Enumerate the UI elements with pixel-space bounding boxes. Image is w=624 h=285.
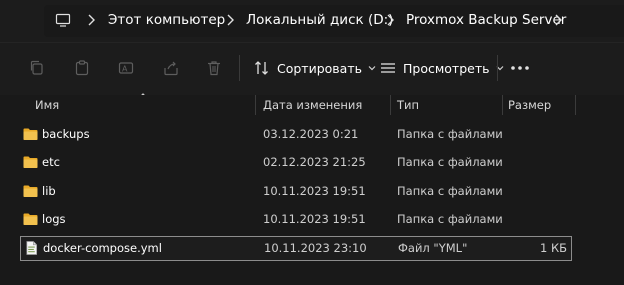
folder-icon [23, 156, 38, 168]
file-type: Папка с файлами [397, 184, 503, 198]
file-name: lib [42, 184, 56, 198]
column-header-type[interactable]: Тип [397, 97, 419, 113]
view-label: Просмотреть [403, 60, 490, 76]
file-type: Файл "YML" [398, 241, 468, 255]
file-type: Папка с файлами [397, 127, 503, 141]
folder-icon [23, 213, 38, 225]
list-item[interactable]: etc 02.12.2023 21:25 Папка с файлами [20, 151, 572, 173]
list-item[interactable]: logs 10.11.2023 19:51 Папка с файлами [20, 208, 572, 230]
file-explorer-window: Этот компьютер Локальный диск (D:) Proxm… [0, 0, 624, 285]
more-options-icon[interactable] [510, 65, 530, 71]
breadcrumb-this-pc[interactable]: Этот компьютер [108, 10, 225, 30]
file-date: 10.11.2023 19:51 [263, 184, 366, 198]
paste-icon[interactable] [73, 59, 91, 77]
computer-icon[interactable] [55, 12, 71, 28]
chevron-right-icon[interactable] [225, 14, 235, 26]
file-date: 03.12.2023 0:21 [263, 127, 359, 141]
column-header-row: Имя Дата изменения Тип Размер [0, 95, 624, 115]
file-date: 10.11.2023 19:51 [263, 212, 366, 226]
svg-text:A: A [122, 65, 128, 74]
copy-icon[interactable] [28, 59, 46, 77]
toolbar-divider [239, 55, 240, 81]
file-date: 10.11.2023 23:10 [264, 241, 367, 255]
command-bar: A Сортировать Просмотреть [0, 42, 624, 96]
list-item-selected[interactable]: docker-compose.yml 10.11.2023 23:10 Файл… [20, 236, 572, 261]
file-name: docker-compose.yml [43, 241, 162, 255]
file-name: etc [42, 155, 60, 169]
chevron-right-icon[interactable] [86, 14, 96, 26]
toolbar-divider [497, 55, 498, 81]
column-divider[interactable] [390, 95, 391, 115]
file-name: logs [42, 212, 66, 226]
address-bar: Этот компьютер Локальный диск (D:) Proxm… [0, 0, 624, 42]
list-item[interactable]: backups 03.12.2023 0:21 Папка с файлами [20, 123, 572, 145]
chevron-right-icon[interactable] [553, 14, 563, 26]
folder-icon [23, 128, 38, 140]
rename-icon[interactable]: A [117, 59, 135, 77]
breadcrumb-current-folder[interactable]: Proxmox Backup Server [406, 10, 566, 30]
sort-label: Сортировать [277, 60, 362, 76]
column-divider[interactable] [502, 95, 503, 115]
column-header-size[interactable]: Размер [508, 97, 551, 113]
column-divider[interactable] [575, 95, 576, 115]
folder-icon [23, 185, 38, 197]
list-view-icon [381, 63, 395, 73]
yml-file-icon [26, 241, 38, 255]
delete-icon[interactable] [205, 59, 223, 77]
sort-icon [255, 61, 268, 75]
list-item[interactable]: lib 10.11.2023 19:51 Папка с файлами [20, 180, 572, 202]
chevron-right-icon[interactable] [385, 14, 395, 26]
column-divider[interactable] [255, 95, 256, 115]
share-icon[interactable] [162, 59, 180, 77]
file-name: backups [42, 127, 90, 141]
column-header-date[interactable]: Дата изменения [263, 97, 362, 113]
chevron-down-icon [368, 66, 376, 71]
file-size: 1 КБ [539, 241, 567, 255]
file-date: 02.12.2023 21:25 [263, 155, 366, 169]
column-header-name[interactable]: Имя [35, 97, 59, 113]
breadcrumb-local-disk[interactable]: Локальный диск (D:) [246, 10, 393, 30]
file-type: Папка с файлами [397, 155, 503, 169]
file-type: Папка с файлами [397, 212, 503, 226]
sort-button[interactable]: Сортировать [254, 57, 376, 79]
view-button[interactable]: Просмотреть [380, 57, 504, 79]
